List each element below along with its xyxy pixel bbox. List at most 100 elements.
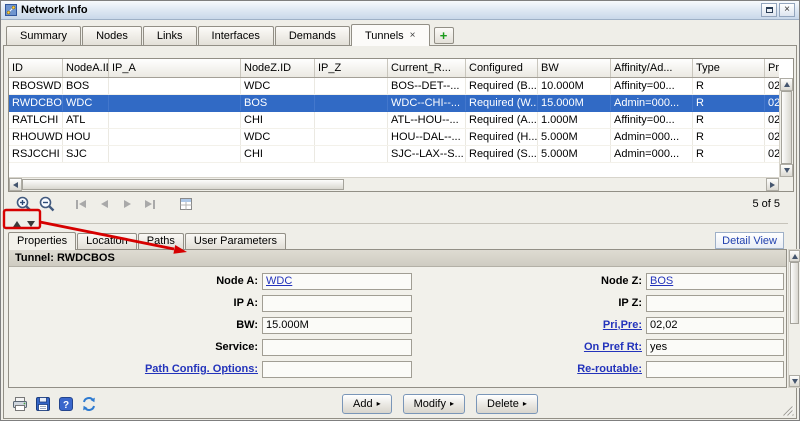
detail-tab-bar: PropertiesLocationPathsUser Parameters xyxy=(8,231,286,249)
field-label[interactable]: On Pref Rt: xyxy=(412,341,646,353)
table-row[interactable]: RATLCHIATLCHIATL--HOU--...Required (A...… xyxy=(9,112,779,129)
column-header-affinity-ad[interactable]: Affinity/Ad... xyxy=(611,59,693,77)
row-count-label: 5 of 5 xyxy=(752,196,780,212)
field-value-box[interactable] xyxy=(262,339,412,356)
column-header-nodez-id[interactable]: NodeZ.ID xyxy=(241,59,315,77)
field-row-node-a: Node A:WDC xyxy=(11,270,412,292)
detail-view-button[interactable]: Detail View xyxy=(715,232,784,249)
tab-demands[interactable]: Demands xyxy=(275,26,350,45)
tab-location[interactable]: Location xyxy=(77,233,137,249)
delete-button[interactable]: Delete▸ xyxy=(476,394,538,414)
tab-user-parameters[interactable]: User Parameters xyxy=(185,233,286,249)
field-value-box[interactable] xyxy=(646,295,784,312)
tab-summary[interactable]: Summary xyxy=(6,26,81,45)
table-cell xyxy=(315,112,388,128)
add-tab-button[interactable]: + xyxy=(434,27,454,44)
scroll-up-button[interactable] xyxy=(789,250,800,262)
table-row[interactable]: RHOUWDCHOUWDCHOU--DAL--...Required (H...… xyxy=(9,129,779,146)
field-row-ip-a: IP A: xyxy=(11,292,412,314)
modify-button[interactable]: Modify▸ xyxy=(403,394,465,414)
add-button[interactable]: Add▸ xyxy=(342,394,392,414)
close-tab-icon[interactable]: × xyxy=(410,31,416,41)
table-cell xyxy=(315,146,388,162)
column-header-id[interactable]: ID xyxy=(9,59,63,77)
field-label[interactable]: Pri,Pre: xyxy=(412,319,646,331)
field-value-box[interactable] xyxy=(262,295,412,312)
table-row[interactable]: RWDCBOSWDCBOSWDC--CHI--...Required (W...… xyxy=(9,95,779,112)
column-header-ip-a[interactable]: IP_A xyxy=(109,59,241,77)
vertical-scroll-thumb[interactable] xyxy=(781,91,792,164)
restore-window-button[interactable] xyxy=(761,3,777,17)
print-button[interactable] xyxy=(10,394,30,414)
table-cell: Required (B... xyxy=(466,78,538,94)
column-header-nodea-id[interactable]: NodeA.ID xyxy=(63,59,109,77)
table-cell xyxy=(109,78,241,94)
table-vertical-scrollbar[interactable] xyxy=(779,78,793,177)
scroll-right-button[interactable] xyxy=(766,178,779,191)
field-value-box[interactable] xyxy=(262,361,412,378)
resize-grip[interactable] xyxy=(781,403,794,416)
field-value-box[interactable]: WDC xyxy=(262,273,412,290)
zoom-in-button[interactable] xyxy=(14,194,34,214)
field-label[interactable]: Path Config. Options: xyxy=(11,363,262,375)
save-button[interactable] xyxy=(33,394,53,414)
tab-bar: SummaryNodes Links InterfacesDemandsTunnel… xyxy=(6,23,794,45)
field-row-service: Service: xyxy=(11,336,412,358)
detail-scroll-thumb[interactable] xyxy=(790,262,799,324)
resize-grip-icon xyxy=(781,403,794,416)
scroll-down-button[interactable] xyxy=(789,375,800,387)
scroll-up-button[interactable] xyxy=(780,78,793,91)
detail-vertical-scrollbar[interactable] xyxy=(788,249,800,388)
field-value-box[interactable]: BOS xyxy=(646,273,784,290)
field-label[interactable]: Re-routable: xyxy=(412,363,646,375)
copy-table-button[interactable] xyxy=(176,194,196,214)
go-first-button[interactable] xyxy=(71,194,91,214)
field-value-box[interactable]: 02,02 xyxy=(646,317,784,334)
table-cell: ATL xyxy=(63,112,109,128)
table-cell: Affinity=00... xyxy=(611,78,693,94)
value-link[interactable]: WDC xyxy=(266,275,292,287)
value-link[interactable]: BOS xyxy=(650,275,673,287)
refresh-button[interactable] xyxy=(79,394,99,414)
splitter-collapse-control[interactable] xyxy=(11,217,41,230)
table-cell: HOU--DAL--... xyxy=(388,129,466,145)
column-header-current-r[interactable]: Current_R... xyxy=(388,59,466,77)
printer-icon xyxy=(12,396,28,412)
field-value-box[interactable]: yes xyxy=(646,339,784,356)
table-horizontal-scrollbar[interactable] xyxy=(9,177,779,191)
tab-tunnels[interactable]: Tunnels× xyxy=(351,24,430,46)
help-button[interactable]: ? xyxy=(56,394,76,414)
table-row[interactable]: RBOSWDCBOSWDCBOS--DET--...Required (B...… xyxy=(9,78,779,95)
scroll-left-button[interactable] xyxy=(9,178,22,191)
go-last-button[interactable] xyxy=(140,194,160,214)
table-cell: RWDCBOS xyxy=(9,95,63,111)
column-header-configured[interactable]: Configured xyxy=(466,59,538,77)
column-header-type[interactable]: Type xyxy=(693,59,765,77)
go-next-button[interactable] xyxy=(117,194,137,214)
column-header-ip-z[interactable]: IP_Z xyxy=(315,59,388,77)
table-row[interactable]: RSJCCHISJCCHISJC--LAX--S...Required (S..… xyxy=(9,146,779,163)
scroll-down-button[interactable] xyxy=(780,164,793,177)
detail-panel-title: Tunnel: RWDCBOS xyxy=(9,250,786,267)
go-previous-button[interactable] xyxy=(94,194,114,214)
field-value-box[interactable]: 15.000M xyxy=(262,317,412,334)
table-cell xyxy=(109,129,241,145)
title-bar[interactable]: Network Info × xyxy=(1,1,799,20)
tab-nodes[interactable]: Nodes xyxy=(82,26,142,45)
column-header-pr[interactable]: Pr... xyxy=(765,59,779,77)
tab-label: Links xyxy=(157,30,183,42)
horizontal-scroll-thumb[interactable] xyxy=(22,179,344,190)
column-header-bw[interactable]: BW xyxy=(538,59,611,77)
tab-properties[interactable]: Properties xyxy=(8,232,76,250)
restore-icon xyxy=(766,7,773,13)
close-window-button[interactable]: × xyxy=(779,3,795,17)
go-first-icon xyxy=(76,200,78,209)
tab-paths[interactable]: Paths xyxy=(138,233,184,249)
tab-links[interactable]: Links xyxy=(143,26,197,45)
zoom-out-button[interactable] xyxy=(37,194,57,214)
table-cell: Admin=000... xyxy=(611,95,693,111)
button-label: Delete xyxy=(487,398,519,410)
splitter-divider[interactable] xyxy=(42,223,788,224)
field-value-box[interactable] xyxy=(646,361,784,378)
tab-interfaces[interactable]: Interfaces xyxy=(198,26,274,45)
